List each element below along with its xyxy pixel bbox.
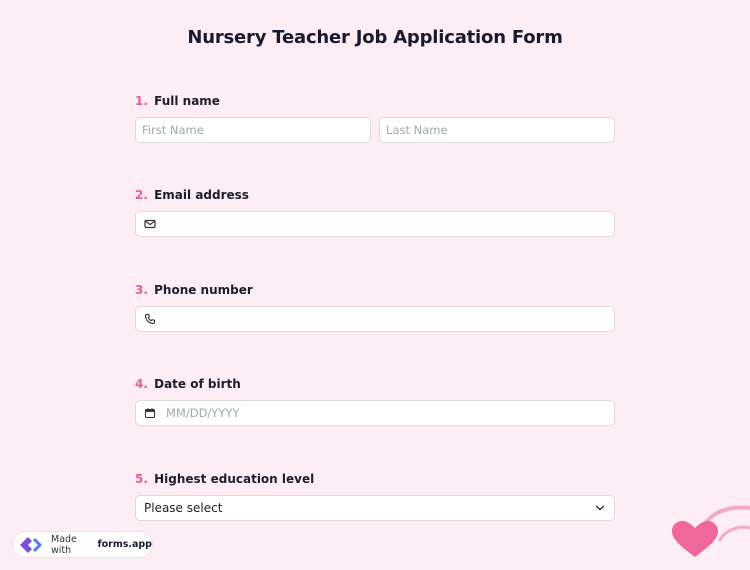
question-label: 1. Full name — [135, 92, 615, 110]
question-label: 2. Email address — [135, 186, 615, 204]
date-of-birth-input[interactable]: MM/DD/YYYY — [135, 400, 615, 426]
question-number: 1. — [135, 94, 148, 108]
badge-brand: forms.app — [97, 539, 152, 550]
question-label: 5. Highest education level — [135, 470, 615, 488]
question-text: Full name — [154, 94, 220, 108]
question-label: 4. Date of birth — [135, 375, 615, 393]
phone-icon — [144, 313, 156, 325]
chevron-down-icon — [594, 502, 606, 514]
date-placeholder: MM/DD/YYYY — [166, 406, 240, 420]
email-input[interactable] — [135, 211, 615, 237]
first-name-input[interactable]: First Name — [135, 117, 371, 143]
question-text: Highest education level — [154, 472, 315, 486]
calendar-icon — [144, 407, 156, 419]
first-name-placeholder: First Name — [142, 123, 204, 137]
question-number: 5. — [135, 472, 148, 486]
question-label: 3. Phone number — [135, 281, 615, 299]
question-education-level: 5. Highest education level Please select — [135, 470, 615, 521]
made-with-forms-app-badge[interactable]: Made with forms.app — [12, 531, 153, 558]
question-text: Email address — [154, 188, 249, 202]
education-level-select[interactable]: Please select — [135, 495, 615, 521]
question-email: 2. Email address — [135, 186, 615, 237]
question-text: Date of birth — [154, 377, 241, 391]
badge-prefix: Made with — [51, 533, 77, 556]
question-text: Phone number — [154, 283, 253, 297]
question-full-name: 1. Full name First Name Last Name — [135, 92, 615, 143]
question-phone: 3. Phone number — [135, 281, 615, 332]
question-date-of-birth: 4. Date of birth MM/DD/YYYY — [135, 375, 615, 426]
question-number: 2. — [135, 188, 148, 202]
phone-input[interactable] — [135, 306, 615, 332]
forms-app-logo-icon — [19, 535, 45, 555]
question-number: 4. — [135, 377, 148, 391]
heart-decoration-icon — [660, 500, 750, 570]
last-name-placeholder: Last Name — [386, 123, 448, 137]
envelope-icon — [144, 218, 156, 230]
form-title: Nursery Teacher Job Application Form — [187, 27, 563, 48]
select-value: Please select — [144, 501, 223, 515]
question-number: 3. — [135, 283, 148, 297]
last-name-input[interactable]: Last Name — [379, 117, 615, 143]
